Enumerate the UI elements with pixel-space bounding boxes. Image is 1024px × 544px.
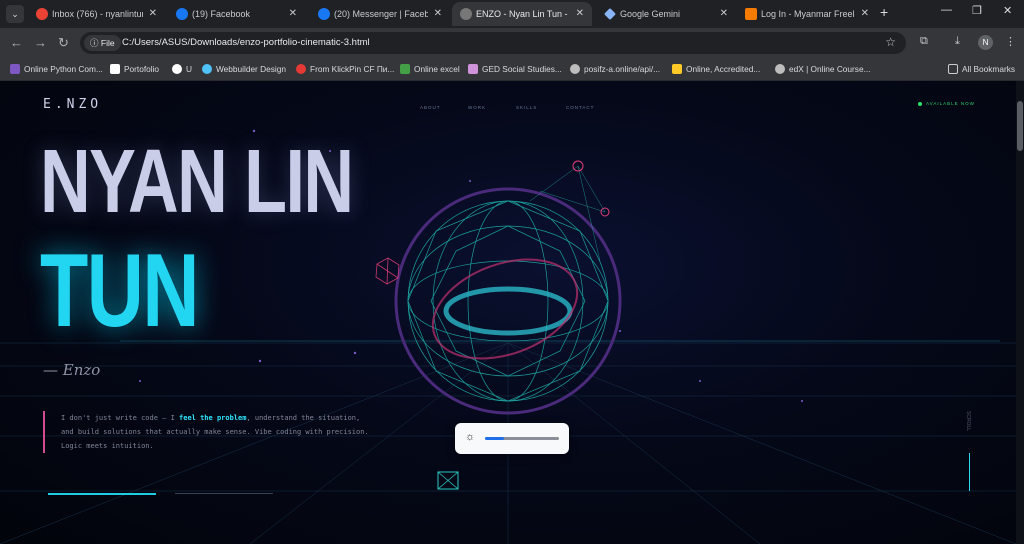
back-icon[interactable]: ← <box>10 35 23 50</box>
profile-avatar[interactable]: N <box>978 35 993 50</box>
bookmark-favicon-icon <box>400 64 410 74</box>
tab-freelance[interactable]: Log In - Myanmar Freelanc✕ <box>737 2 877 26</box>
file-chip-label: File <box>100 38 115 48</box>
bookmark-star-icon[interactable]: ☆ <box>885 35 896 49</box>
bookmark-item[interactable]: Online, Accredited... <box>672 63 760 76</box>
bookmark-favicon-icon <box>10 64 20 74</box>
scroll-indicator <box>969 453 970 491</box>
site-logo[interactable]: E.NZO <box>43 97 102 112</box>
intro-highlight: feel the problem <box>179 414 247 422</box>
availability-badge: AVAILABLE NOW <box>918 101 975 106</box>
folder-icon <box>948 64 958 74</box>
close-icon[interactable]: ✕ <box>289 2 297 26</box>
address-bar: ← → ↻ ⓘ File C:/Users/ASUS/Downloads/enz… <box>0 28 1024 58</box>
bookmark-item[interactable]: posifz-a.online/api/... <box>570 63 660 76</box>
nav-skills[interactable]: SKILLS <box>516 105 537 110</box>
bookmark-favicon-icon <box>468 64 478 74</box>
new-tab-button[interactable]: + <box>880 4 888 20</box>
hero-name-line2: TUN <box>40 233 199 349</box>
bookmark-item[interactable]: Online Python Com... <box>10 63 103 76</box>
browser-chrome: ⌄ Inbox (766) - nyanlintunye...✕ (19) Fa… <box>0 0 1024 81</box>
close-icon[interactable]: ✕ <box>861 2 869 26</box>
globe-icon <box>775 64 785 74</box>
close-icon[interactable]: ✕ <box>434 2 442 26</box>
floating-polyhedron <box>375 257 400 285</box>
close-icon[interactable]: ✕ <box>576 2 584 26</box>
forward-icon[interactable]: → <box>34 35 47 50</box>
bookmark-favicon-icon <box>296 64 306 74</box>
tab-messenger[interactable]: (20) Messenger | Facebook✕ <box>310 2 450 26</box>
close-icon[interactable]: ✕ <box>720 2 728 26</box>
bookmark-item[interactable]: Portofolio <box>110 63 159 76</box>
globe-icon <box>570 64 580 74</box>
bookmark-item[interactable]: Webbuilder Design <box>202 63 286 76</box>
bookmark-favicon-icon <box>672 64 682 74</box>
facebook-icon <box>176 8 188 20</box>
bookmark-item[interactable]: From KlickPin CF Пи... <box>296 63 394 76</box>
close-icon[interactable]: ✕ <box>149 2 157 26</box>
nav-contact[interactable]: CONTACT <box>566 105 594 110</box>
page-scrollbar[interactable] <box>1016 81 1024 544</box>
bookmark-item[interactable]: Online excel <box>400 63 460 76</box>
close-window-button[interactable]: ✕ <box>1003 4 1012 17</box>
restore-button[interactable]: ❐ <box>972 4 982 17</box>
bookmark-favicon-icon <box>172 64 182 74</box>
primary-cta-underline[interactable] <box>48 493 156 495</box>
bookmark-favicon-icon <box>202 64 212 74</box>
tab-facebook[interactable]: (19) Facebook ✕ <box>168 2 305 26</box>
download-icon[interactable]: ⤓ <box>955 35 960 48</box>
facebook-icon <box>318 8 330 20</box>
tab-strip: ⌄ Inbox (766) - nyanlintunye...✕ (19) Fa… <box>0 0 1024 28</box>
menu-icon[interactable]: ⋮ <box>1005 35 1016 48</box>
tab-gemini[interactable]: Google Gemini ✕ <box>596 2 736 26</box>
omnibox[interactable]: ⓘ File C:/Users/ASUS/Downloads/enzo-port… <box>80 32 906 54</box>
brightness-popup: ☼ <box>455 423 569 454</box>
satellite-lines <box>529 165 606 262</box>
all-bookmarks-button[interactable]: All Bookmarks <box>948 63 1015 76</box>
bookmark-item[interactable]: GED Social Studies... <box>468 63 562 76</box>
minimize-button[interactable]: — <box>941 4 952 16</box>
intro-paragraph: I don't just write code — I feel the pro… <box>43 411 373 453</box>
tab-enzo-active[interactable]: ENZO - Nyan Lin Tun - Vibe✕ <box>452 2 592 26</box>
tab-gmail[interactable]: Inbox (766) - nyanlintunye...✕ <box>28 2 165 26</box>
tab-search-button[interactable]: ⌄ <box>6 5 24 23</box>
secondary-cta-underline[interactable] <box>175 493 273 494</box>
file-chip[interactable]: ⓘ File <box>84 35 121 51</box>
bookmark-favicon-icon <box>110 64 120 74</box>
url-text[interactable]: C:/Users/ASUS/Downloads/enzo-portfolio-c… <box>122 32 370 54</box>
bookmarks-bar: Online Python Com... Portofolio U Webbui… <box>0 58 1024 81</box>
brightness-slider[interactable] <box>485 437 559 440</box>
scrollbar-thumb[interactable] <box>1017 101 1023 151</box>
portfolio-page: E.NZO ABOUT WORK SKILLS CONTACT AVAILABL… <box>0 81 1016 544</box>
reload-icon[interactable]: ↻ <box>58 35 69 51</box>
bookmark-item[interactable]: edX | Online Course... <box>775 63 870 76</box>
nav-work[interactable]: WORK <box>468 105 486 110</box>
bookmark-item[interactable]: U <box>172 63 192 76</box>
glow-ring <box>443 286 573 336</box>
scroll-label: SCROLL <box>965 411 971 432</box>
globe-icon <box>460 8 472 20</box>
hero-alias: — Enzo <box>43 361 101 379</box>
hero-name-line1: NYAN LIN <box>40 132 354 232</box>
gemini-icon <box>604 8 616 20</box>
nav-about[interactable]: ABOUT <box>420 105 441 110</box>
site-icon <box>745 8 757 20</box>
brightness-slider-fill <box>485 437 504 440</box>
extensions-icon[interactable]: ⧉ <box>920 35 928 48</box>
gmail-icon <box>36 8 48 20</box>
brightness-icon: ☼ <box>465 431 476 443</box>
